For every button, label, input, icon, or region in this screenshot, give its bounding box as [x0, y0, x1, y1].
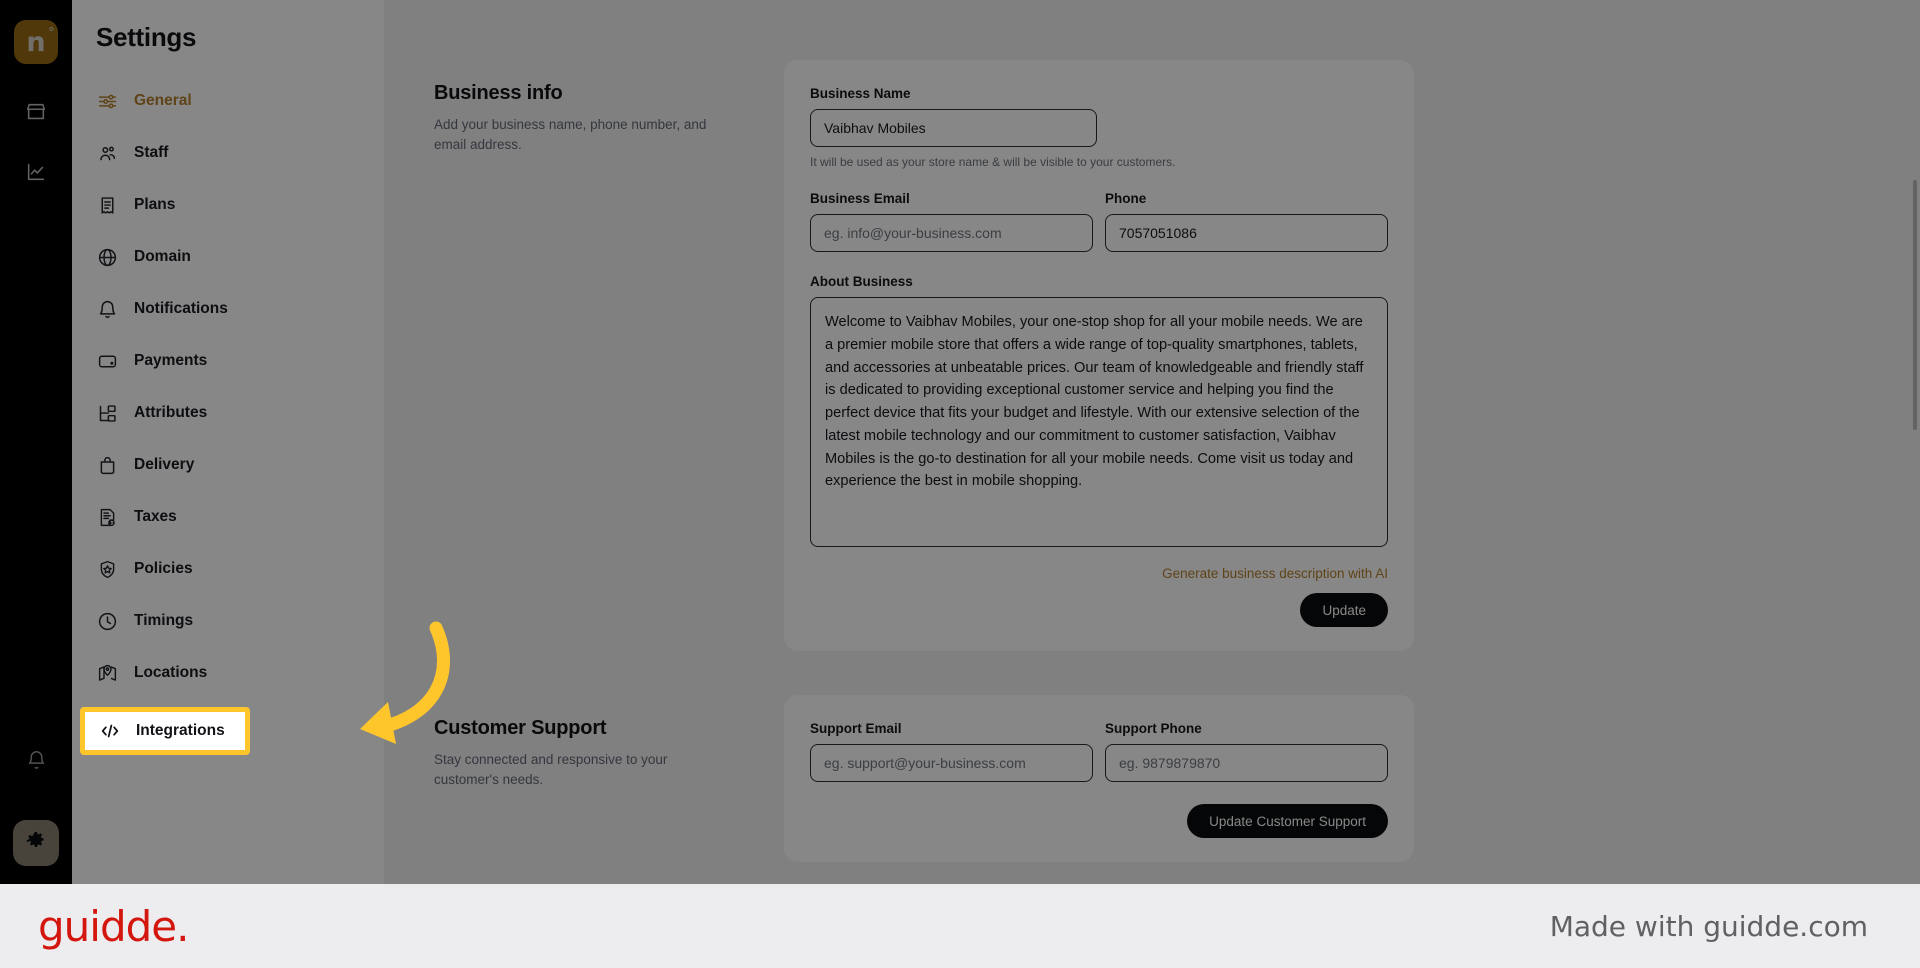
bag-icon: [96, 454, 118, 476]
sidebar-item-locations[interactable]: Locations: [72, 651, 384, 695]
guidde-footer: guidde. Made with guidde.com: [0, 884, 1920, 968]
sidebar-item-label: Integrations: [136, 722, 225, 739]
map-pin-icon: [96, 662, 118, 684]
support-phone-input[interactable]: [1105, 744, 1388, 782]
app-logo[interactable]: n °: [14, 20, 58, 64]
analytics-icon: [25, 161, 47, 183]
gear-icon: [25, 830, 47, 857]
scrollbar-thumb[interactable]: [1913, 180, 1917, 430]
main-content: Business info Add your business name, ph…: [384, 0, 1920, 884]
business-email-input[interactable]: [810, 214, 1093, 252]
sidebar-item-label: Timings: [134, 612, 194, 629]
sidebar-item-plans[interactable]: Plans: [72, 183, 384, 227]
store-icon: [25, 101, 47, 123]
globe-icon: [96, 246, 118, 268]
business-info-section: Business info Add your business name, ph…: [384, 60, 1920, 651]
business-update-row: Update: [810, 593, 1388, 627]
business-name-input[interactable]: [810, 109, 1097, 147]
customer-support-card: Support Email Support Phone Update Custo…: [784, 695, 1414, 862]
sidebar-item-label: Attributes: [134, 404, 208, 421]
hierarchy-icon: [96, 402, 118, 424]
bell-icon: [26, 750, 47, 771]
sidebar-item-timings[interactable]: Timings: [72, 599, 384, 643]
guidde-logo: guidde.: [38, 901, 189, 951]
customer-support-header: Customer Support Stay connected and resp…: [434, 695, 784, 862]
svg-text:TAX: TAX: [108, 520, 114, 524]
phone-group: Phone: [1105, 191, 1388, 252]
sidebar-item-delivery[interactable]: Delivery: [72, 443, 384, 487]
sidebar-item-policies[interactable]: Policies: [72, 547, 384, 591]
tax-doc-icon: TAX: [96, 506, 118, 528]
sidebar-item-label: Delivery: [134, 456, 195, 473]
sidebar-item-payments[interactable]: Payments: [72, 339, 384, 383]
sliders-icon: [96, 90, 118, 112]
sidebar-item-label: Domain: [134, 248, 191, 265]
sidebar-item-domain[interactable]: Domain: [72, 235, 384, 279]
support-email-group: Support Email: [810, 721, 1093, 782]
business-name-hint: It will be used as your store name & wil…: [810, 155, 1176, 169]
sidebar-item-label: Staff: [134, 144, 169, 161]
rail-store[interactable]: [14, 90, 58, 134]
rail-analytics[interactable]: [14, 150, 58, 194]
sidebar-item-label: Taxes: [134, 508, 177, 525]
made-with-guidde-text: Made with guidde.com: [1549, 909, 1868, 943]
sidebar-item-label: Notifications: [134, 300, 228, 317]
logo-glyph: n °: [26, 25, 55, 58]
clock-icon: [96, 610, 118, 632]
email-phone-row: Business Email Phone: [810, 191, 1388, 252]
support-email-label: Support Email: [810, 721, 902, 736]
about-business-group: About Business Welcome to Vaibhav Mobile…: [810, 274, 1388, 552]
page-title: Settings: [96, 22, 197, 52]
generate-with-ai-link[interactable]: Generate business description with AI: [810, 566, 1388, 581]
bell-icon: [96, 298, 118, 320]
update-button[interactable]: Update: [1300, 593, 1388, 627]
screenshot-root: n ° Settings General Staff Plans Domain …: [0, 0, 1920, 968]
business-name-label: Business Name: [810, 86, 911, 101]
rail-bottom-group: [0, 738, 72, 866]
sidebar-item-label: Payments: [134, 352, 208, 369]
customer-support-description: Stay connected and responsive to your cu…: [434, 752, 668, 787]
rail-settings[interactable]: [13, 820, 59, 866]
business-info-description: Add your business name, phone number, an…: [434, 117, 707, 152]
sidebar-item-integrations[interactable]: Integrations: [80, 707, 250, 755]
customer-support-section: Customer Support Stay connected and resp…: [384, 695, 1920, 862]
support-fields-row: Support Email Support Phone: [810, 721, 1388, 782]
sidebar-item-label: Plans: [134, 196, 176, 213]
business-info-card: Business Name It will be used as your st…: [784, 60, 1414, 651]
business-email-label: Business Email: [810, 191, 910, 206]
icon-rail: n °: [0, 0, 72, 884]
shield-star-icon: [96, 558, 118, 580]
phone-label: Phone: [1105, 191, 1147, 206]
sidebar-item-notifications[interactable]: Notifications: [72, 287, 384, 331]
receipt-icon: [96, 194, 118, 216]
app-shell: n ° Settings General Staff Plans Domain …: [0, 0, 1920, 884]
sidebar-item-label: General: [134, 92, 192, 109]
business-email-group: Business Email: [810, 191, 1093, 252]
settings-nav-list: General Staff Plans Domain Notifications…: [72, 79, 384, 747]
sidebar-item-attributes[interactable]: Attributes: [72, 391, 384, 435]
business-info-header: Business info Add your business name, ph…: [434, 60, 784, 651]
rail-notifications[interactable]: [14, 738, 58, 782]
sidebar-item-label: Locations: [134, 664, 208, 681]
wallet-icon: [96, 350, 118, 372]
about-business-label: About Business: [810, 274, 913, 289]
sidebar-item-label: Policies: [134, 560, 193, 577]
sidebar-item-taxes[interactable]: TAX Taxes: [72, 495, 384, 539]
code-brackets-icon: [99, 720, 121, 742]
support-phone-group: Support Phone: [1105, 721, 1388, 782]
business-info-heading: Business info: [434, 82, 563, 104]
phone-input[interactable]: [1105, 214, 1388, 252]
support-email-input[interactable]: [810, 744, 1093, 782]
about-business-textarea[interactable]: Welcome to Vaibhav Mobiles, your one-sto…: [810, 297, 1388, 547]
users-icon: [96, 142, 118, 164]
sidebar-item-staff[interactable]: Staff: [72, 131, 384, 175]
support-phone-label: Support Phone: [1105, 721, 1202, 736]
support-update-row: Update Customer Support: [810, 804, 1388, 838]
customer-support-heading: Customer Support: [434, 717, 607, 739]
update-customer-support-button[interactable]: Update Customer Support: [1187, 804, 1388, 838]
sidebar-item-general[interactable]: General: [72, 79, 384, 123]
